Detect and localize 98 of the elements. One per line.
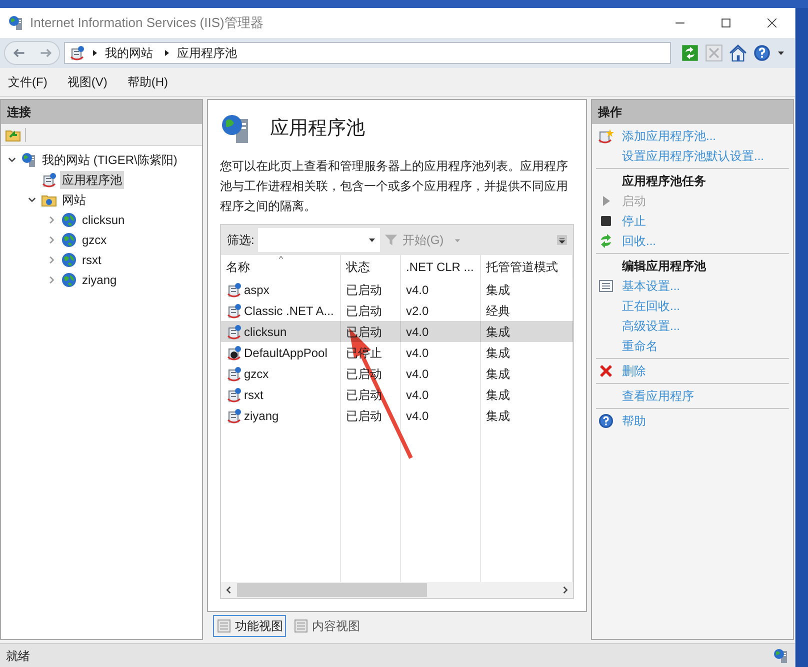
overflow-chevron-icon — [557, 235, 567, 245]
table-cell-text: 集成 — [486, 324, 510, 340]
table-cell-text: v4.0 — [406, 386, 429, 404]
table-cell-text: 已启动 — [346, 408, 382, 424]
view-tab[interactable]: 内容视图 — [290, 615, 363, 637]
app-pool-icon — [226, 324, 242, 340]
tree-item[interactable]: rsxt — [80, 251, 104, 269]
caret-icon — [454, 236, 461, 244]
stop-icon — [705, 44, 723, 62]
app-icon — [8, 15, 24, 31]
table-cell-text: v4.0 — [406, 344, 429, 362]
tree-item[interactable]: 我的网站 (TIGER\陈紫阳) — [40, 151, 180, 169]
app-pool-icon — [226, 386, 242, 402]
table-cell-text: rsxt — [244, 386, 264, 404]
table-cell-text: 已启动 — [346, 302, 382, 320]
grid-view-icon — [216, 618, 232, 634]
stop-icon — [598, 213, 614, 229]
app-pool-icon — [226, 366, 242, 382]
back-arrow-icon — [12, 46, 26, 60]
app-pool-icon — [226, 282, 242, 298]
tree-item[interactable]: clicksun — [80, 211, 127, 229]
minimize-icon — [673, 22, 687, 24]
table-cell-text: 集成 — [486, 408, 510, 424]
tree-item[interactable]: 应用程序池 — [60, 171, 124, 189]
table-cell-text: DefaultAppPool — [244, 344, 328, 362]
section-heading: 应用程序池任务 — [622, 173, 706, 190]
window-title: Internet Information Services (IIS)管理器 — [30, 14, 264, 32]
view-tab[interactable]: 功能视图 — [213, 615, 286, 637]
navigation-buttons[interactable] — [4, 41, 60, 65]
section-heading: 编辑应用程序池 — [622, 258, 706, 275]
app-pool-icon — [69, 45, 85, 61]
table-cell-text: 集成 — [486, 366, 510, 382]
table-cell-text: v2.0 — [406, 302, 429, 320]
menu-item[interactable]: 文件(F) — [8, 73, 48, 91]
table-row[interactable]: aspx 已启动 v4.0 集成 — [221, 279, 573, 300]
breadcrumb-item[interactable]: 我的网站 — [105, 44, 153, 62]
add-pool-icon — [598, 128, 614, 144]
table-row[interactable]: Classic .NET A... 已启动 v2.0 经典 — [221, 300, 573, 321]
panel-title: 操作 — [592, 100, 793, 124]
address-field[interactable]: 我的网站 应用程序池 — [64, 42, 671, 64]
help-icon — [598, 413, 614, 429]
breadcrumb-arrow-icon — [91, 49, 99, 57]
caret-icon — [777, 49, 785, 57]
home-icon — [729, 44, 747, 62]
column-header[interactable]: 托管管道模式 — [481, 255, 573, 279]
globe-icon — [61, 212, 77, 228]
globe-icon — [61, 232, 77, 248]
table-cell-text: Classic .NET A... — [244, 302, 334, 320]
breadcrumb-item[interactable]: 应用程序池 — [177, 44, 237, 62]
maximize-icon — [719, 16, 733, 30]
column-header[interactable]: 状态 — [341, 255, 401, 279]
filter-label: 筛选: — [227, 232, 254, 249]
delete-icon — [598, 363, 614, 379]
server-icon — [773, 648, 789, 664]
filter-field[interactable] — [258, 228, 380, 252]
forward-arrow-icon — [38, 46, 52, 60]
page-description: 您可以在此页上查看和管理服务器上的应用程序池列表。应用程序池与工作进程相关联，包含一个或多个应用程序，并提供不同应用程序之间的隔离。 — [220, 158, 569, 215]
globe-icon — [61, 272, 77, 288]
refresh-icon — [681, 44, 699, 62]
menu-item[interactable]: 帮助(H) — [127, 73, 168, 91]
table-cell-text: v4.0 — [406, 366, 429, 382]
panel-title: 连接 — [1, 100, 202, 124]
table-cell-text: v4.0 — [406, 408, 429, 424]
tree-item[interactable]: 网站 — [60, 191, 88, 209]
globe-icon — [61, 252, 77, 268]
funnel-icon — [384, 233, 398, 247]
table-cell-text: 集成 — [486, 386, 510, 404]
settings-icon — [598, 278, 614, 294]
horizontal-scrollbar[interactable] — [221, 582, 573, 598]
table-row[interactable]: ziyang 已启动 v4.0 集成 — [221, 405, 573, 426]
help-icon — [753, 44, 771, 62]
recycle-icon — [598, 233, 614, 249]
app-pool-icon — [226, 302, 242, 318]
status-text: 就绪 — [6, 648, 31, 664]
table-cell-text: aspx — [244, 282, 270, 298]
table-cell-text: 集成 — [486, 282, 510, 298]
breadcrumb-arrow-icon — [163, 49, 171, 57]
table-cell-text: v4.0 — [406, 324, 429, 340]
tree-item[interactable]: ziyang — [80, 271, 119, 289]
server-icon — [21, 152, 37, 168]
dropdown-caret-icon — [368, 236, 376, 244]
table-cell-text: ziyang — [244, 408, 279, 424]
column-header[interactable]: .NET CLR ... — [401, 255, 481, 279]
close-icon — [765, 16, 779, 30]
menu-item[interactable]: 视图(V) — [67, 73, 108, 91]
page-title: 应用程序池 — [270, 116, 365, 141]
table-cell-text: 经典 — [486, 302, 510, 320]
stopped-pool-icon — [226, 344, 242, 360]
column-header[interactable]: 名称 — [221, 255, 341, 279]
tree-item[interactable]: gzcx — [80, 231, 109, 249]
table-cell-text: v4.0 — [406, 282, 429, 298]
table-cell-text: 集成 — [486, 344, 510, 362]
app-pool-icon — [41, 172, 57, 188]
documents-icon — [293, 618, 309, 634]
table-cell-text: 已启动 — [346, 282, 382, 298]
table-cell-text: gzcx — [244, 366, 269, 382]
table-cell-text: clicksun — [244, 324, 287, 340]
app-pool-icon — [226, 408, 242, 424]
